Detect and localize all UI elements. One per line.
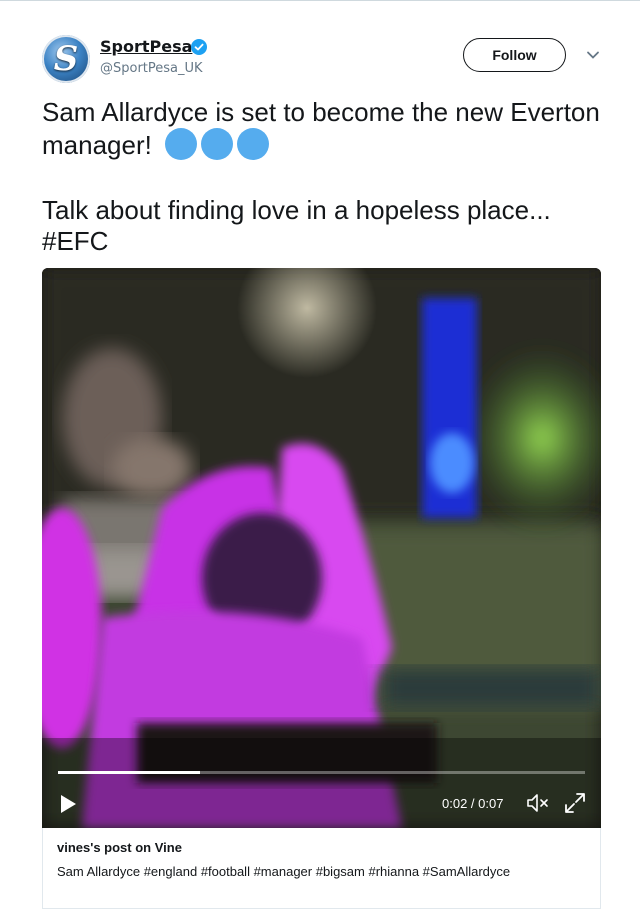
video-frame: [42, 268, 601, 828]
video-time-separator: /: [467, 796, 479, 811]
media-card-footer[interactable]: vines's post on Vine Sam Allardyce #engl…: [42, 828, 601, 909]
hashtag-link[interactable]: #EFC: [42, 226, 108, 256]
avatar-letter: S: [53, 39, 79, 79]
play-icon[interactable]: [58, 793, 78, 815]
video-time: 0:02 / 0:07: [442, 796, 503, 811]
tweet-text-line1: Sam Allardyce is set to become the new E…: [42, 97, 600, 160]
media-card-description: Sam Allardyce #england #football #manage…: [57, 864, 511, 879]
blue-circle-emoji-icon: [237, 128, 270, 160]
fullscreen-icon[interactable]: [563, 791, 587, 815]
media-card-title[interactable]: vines's post on Vine: [57, 840, 182, 855]
video-duration: 0:07: [478, 796, 504, 811]
tweet-text-line2: Talk about finding love in a hopeless pl…: [42, 195, 551, 225]
tweet-text: Sam Allardyce is set to become the new E…: [42, 97, 602, 257]
emoji-group: [165, 128, 270, 160]
video-player[interactable]: 0:02 / 0:07: [42, 268, 601, 828]
chevron-down-icon[interactable]: [585, 49, 601, 61]
author-name[interactable]: SportPesa: [100, 37, 192, 56]
follow-button[interactable]: Follow: [463, 38, 566, 72]
blue-circle-emoji-icon: [201, 128, 234, 160]
blue-circle-emoji-icon: [165, 128, 198, 160]
video-current-time: 0:02: [442, 796, 468, 811]
verified-badge-icon: [191, 39, 207, 55]
author-handle[interactable]: @SportPesa_UK: [100, 61, 203, 76]
video-progress-fill: [58, 771, 201, 774]
avatar[interactable]: S: [42, 35, 90, 83]
tweet-card: S SportPesa @SportPesa_UK Follow Sam All…: [0, 0, 640, 909]
mute-icon[interactable]: [526, 792, 552, 814]
video-progress-bar[interactable]: [58, 771, 585, 774]
